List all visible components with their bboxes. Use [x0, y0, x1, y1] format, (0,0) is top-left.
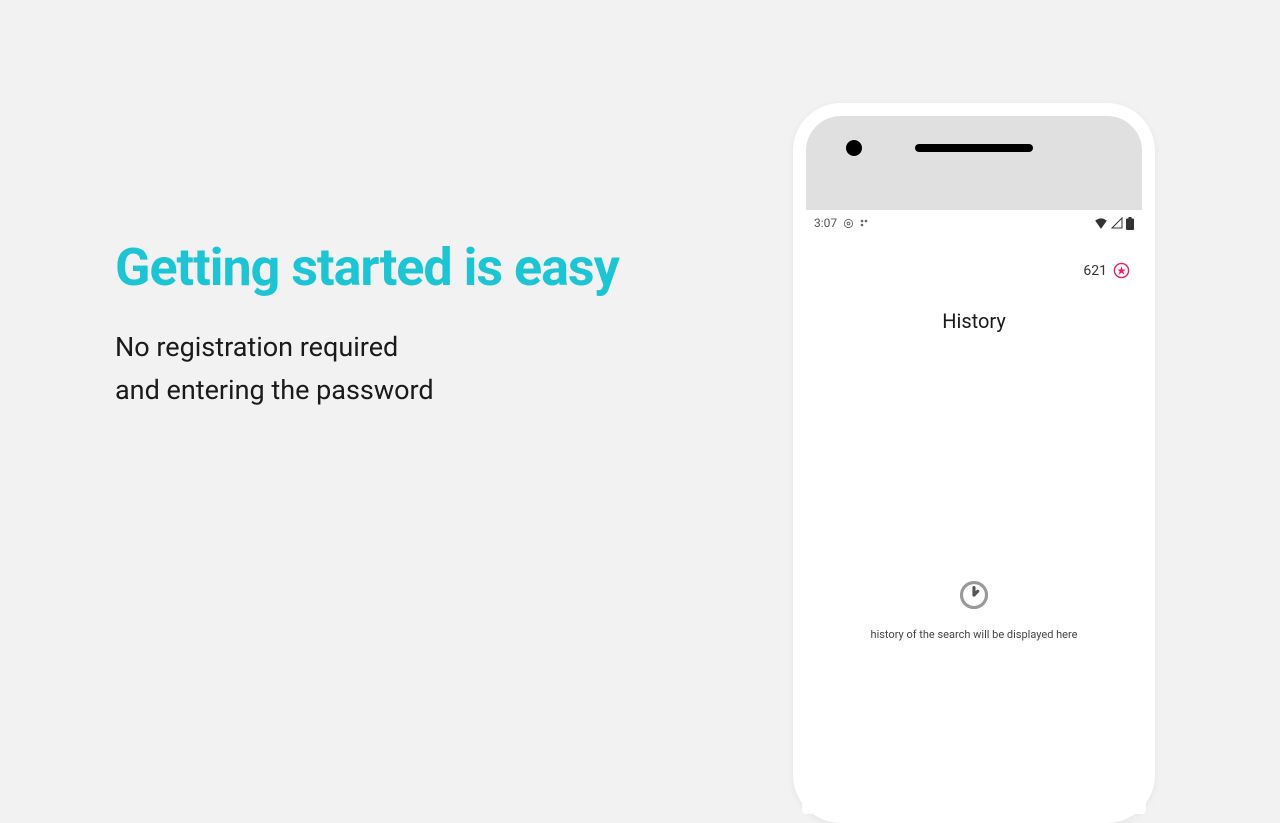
- status-bar-left: 3:07: [814, 216, 870, 230]
- marketing-subline-2: and entering the password: [115, 369, 619, 412]
- status-bar-right: [1094, 217, 1134, 230]
- marketing-subline: No registration required and entering th…: [115, 326, 619, 412]
- phone-speaker-grille: [915, 144, 1033, 152]
- phone-mockup: 3:07 621: [793, 103, 1155, 823]
- points-row[interactable]: 621: [802, 232, 1146, 279]
- phone-camera-dot: [846, 140, 862, 156]
- battery-icon: [1126, 217, 1134, 230]
- empty-state: history of the search will be displayed …: [802, 580, 1146, 641]
- marketing-headline: Getting started is easy: [115, 237, 619, 298]
- no-sim-icon: [843, 218, 854, 229]
- cellular-icon: [1111, 217, 1123, 229]
- points-value: 621: [1083, 263, 1107, 279]
- marketing-subline-1: No registration required: [115, 326, 619, 369]
- clock-icon: [959, 580, 989, 610]
- wifi-icon: [1094, 217, 1108, 229]
- status-bar: 3:07: [802, 210, 1146, 232]
- star-icon: [1113, 262, 1130, 279]
- dots-icon: [860, 218, 870, 228]
- phone-hardware-top: [806, 144, 1142, 152]
- empty-state-text: history of the search will be displayed …: [871, 628, 1078, 641]
- screen-title: History: [802, 309, 1146, 333]
- status-time: 3:07: [814, 216, 837, 230]
- phone-screen: 3:07 621: [802, 210, 1146, 814]
- marketing-copy: Getting started is easy No registration …: [115, 237, 619, 412]
